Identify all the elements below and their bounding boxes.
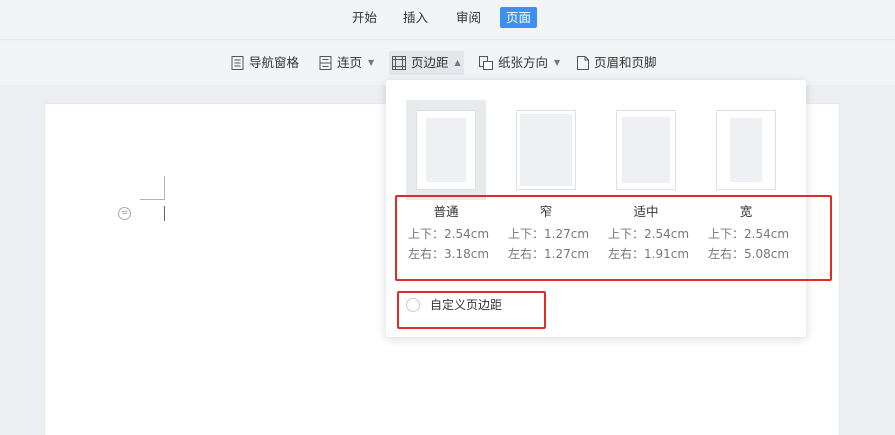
page-toolbar: 导航窗格 连页 ▼ 页边距 ▲ 纸张方向 ▼ 页眉和页脚: [0, 41, 895, 85]
margins-icon: [392, 56, 406, 70]
document-icon: [577, 56, 589, 70]
tab-page[interactable]: 页面: [500, 7, 538, 28]
nav-pane-label: 导航窗格: [249, 55, 300, 70]
tab-review[interactable]: 审阅: [450, 7, 487, 28]
tab-insert[interactable]: 插入: [397, 7, 434, 28]
chevron-up-icon: ▲: [454, 58, 461, 67]
paragraph-handle-icon[interactable]: =: [118, 207, 131, 220]
margin-preview: [706, 100, 786, 200]
nav-pane-button[interactable]: 导航窗格: [228, 51, 302, 75]
chevron-down-icon: ▼: [554, 58, 561, 67]
orientation-icon: [479, 56, 493, 70]
margin-corner-mark: [164, 176, 165, 200]
nav-pane-icon: [231, 56, 244, 70]
highlight-box-presets: [395, 195, 832, 281]
chevron-down-icon: ▼: [368, 58, 375, 67]
header-footer-button[interactable]: 页眉和页脚: [574, 51, 660, 75]
ribbon-tab-bar: 开始 插入 审阅 页面: [0, 0, 895, 40]
text-cursor: [164, 206, 165, 221]
margin-preview: [606, 100, 686, 200]
margins-button[interactable]: 页边距 ▲: [389, 51, 464, 75]
tab-start[interactable]: 开始: [346, 7, 383, 28]
orientation-button[interactable]: 纸张方向 ▼: [476, 51, 563, 75]
margin-preview: [506, 100, 586, 200]
margins-label: 页边距: [411, 55, 449, 70]
continuous-page-icon: [319, 56, 332, 70]
margin-preview: [406, 100, 486, 200]
orientation-label: 纸张方向: [498, 55, 549, 70]
header-footer-label: 页眉和页脚: [594, 55, 657, 70]
margin-corner-mark: [140, 199, 164, 200]
continuous-page-button[interactable]: 连页 ▼: [316, 51, 377, 75]
highlight-box-custom: [397, 291, 546, 329]
continuous-page-label: 连页: [337, 55, 363, 70]
